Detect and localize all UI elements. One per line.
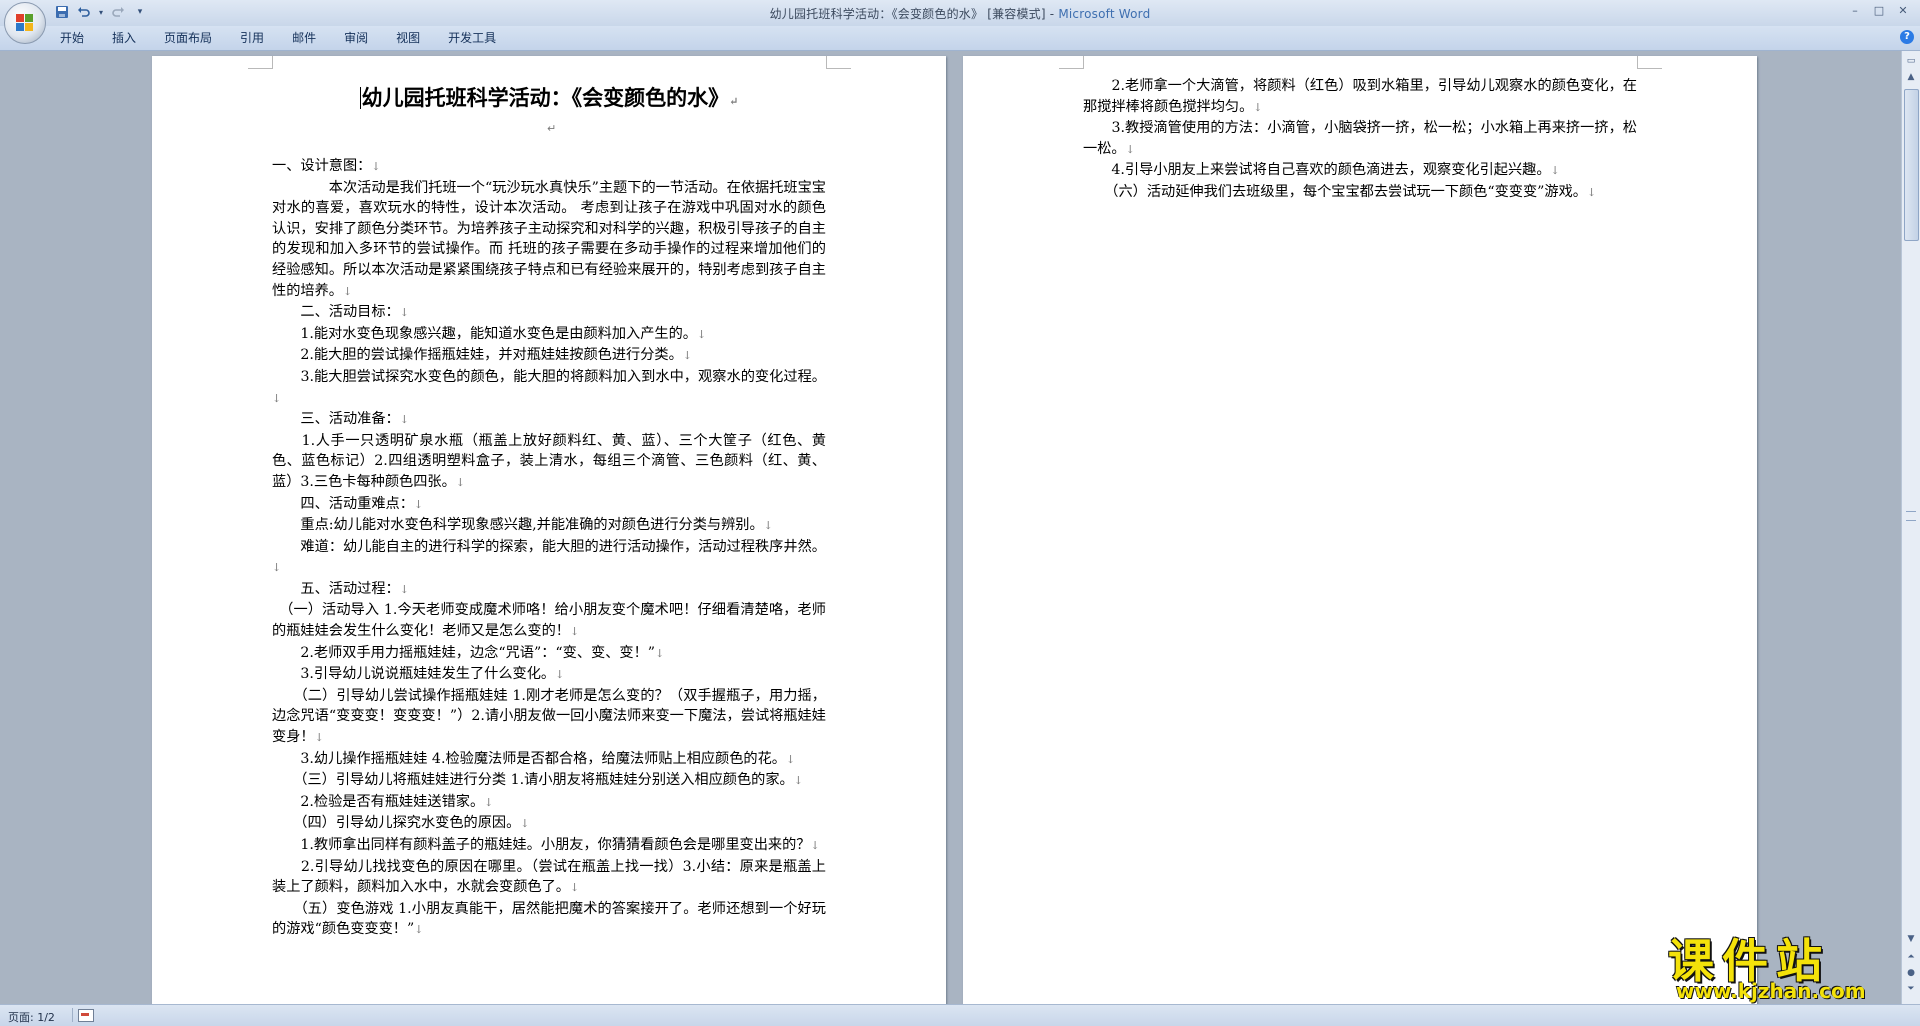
watermark-url: www.kjzhan.com — [1676, 979, 1866, 1003]
paragraph-mark: ↓ — [520, 817, 530, 831]
paragraph-mark: ↓ — [399, 582, 409, 596]
document-paragraph: 二、活动目标：↓ — [272, 304, 409, 321]
paragraph-mark: ↓ — [810, 839, 820, 852]
paragraph-mark: ↓ — [1125, 142, 1135, 156]
document-paragraph: 难道：幼儿能自主的进行科学的探索，能大胆的进行活动操作，活动过程秩序井然。↓ — [272, 538, 826, 575]
document-paragraph: 五、活动过程：↓ — [272, 580, 409, 597]
office-logo-icon — [16, 14, 34, 32]
document-paragraph: （四）引导幼儿探究水变色的原因。↓ — [272, 815, 530, 832]
page-1-body: 一、设计意图：↓ 本次活动是我们托班一个“玩沙玩水真快乐”主题下的一节活动。在依… — [272, 156, 826, 941]
document-page-2[interactable]: 2.老师拿一个大滴管，将颜料（红色）吸到水箱里，引导幼儿观察水的颜色变化，在那搅… — [963, 56, 1757, 1004]
paragraph-mark: ↓ — [413, 497, 424, 511]
document-paragraph: 2.老师双手用力摇瓶娃娃，边念“咒语”：“变、变、变！”↓ — [272, 644, 665, 661]
paragraph-mark: ↓ — [1253, 100, 1263, 114]
document-paragraph: 3.幼儿操作摇瓶娃娃 4.检验魔法师是否都合格，给魔法师贴上相应颜色的花。↓ — [272, 750, 796, 767]
document-paragraph: （六）活动延伸我们去班级里，每个宝宝都去尝试玩一下颜色“变变变”游戏。↓ — [1083, 183, 1597, 200]
minimize-button[interactable]: – — [1844, 3, 1866, 19]
paragraph-mark: ↓ — [272, 391, 282, 405]
paragraph-mark: ↓ — [682, 349, 693, 363]
document-paragraph: 3.引导幼儿说说瓶娃娃发生了什么变化。↓ — [272, 666, 565, 683]
close-button[interactable]: ✕ — [1892, 3, 1914, 19]
status-divider — [72, 1008, 73, 1022]
document-area[interactable]: 幼儿园托班科学活动：《会变颜色的水》↵ ↵ 一、设计意图：↓ 本次活动是我们托班… — [0, 51, 1902, 1004]
paragraph-mark: ↓ — [785, 752, 796, 766]
paragraph-mark: ↓ — [696, 327, 707, 341]
document-paragraph: 2.引导幼儿找找变色的原因在哪里。（尝试在瓶盖上找一找）3.小结：原来是瓶盖上装… — [272, 858, 826, 896]
paragraph-mark: ↓ — [655, 646, 665, 660]
paragraph-mark: ↓ — [272, 561, 282, 575]
tab-page-layout[interactable]: 页面布局 — [152, 30, 228, 46]
scrollbar-grip — [1906, 511, 1916, 521]
office-button[interactable] — [4, 2, 46, 44]
page-2-body: 2.老师拿一个大滴管，将颜料（红色）吸到水箱里，引导幼儿观察水的颜色变化，在那搅… — [1083, 76, 1637, 204]
document-paragraph: 3.教授滴管使用的方法：小滴管，小脑袋挤一挤，松一松；小水箱上再来挤一挤，松一松… — [1083, 120, 1637, 157]
tab-view[interactable]: 视图 — [384, 30, 436, 46]
tab-developer[interactable]: 开发工具 — [436, 30, 512, 46]
paragraph-mark: ↓ — [399, 413, 409, 427]
document-paragraph: （三）引导幼儿将瓶娃娃进行分类 1.请小朋友将瓶娃娃分别送入相应颜色的家。↓ — [272, 772, 803, 789]
document-paragraph: （二）引导幼儿尝试操作摇瓶娃娃 1.刚才老师是怎么变的？（双手握瓶子，用力摇，边… — [272, 687, 826, 746]
document-paragraph: 一、设计意图：↓ — [272, 158, 381, 174]
document-paragraph: 2.检验是否有瓶娃娃送错家。↓ — [272, 793, 494, 810]
maximize-button[interactable]: □ — [1868, 3, 1890, 19]
status-bar: 页面: 1/2 — [0, 1004, 1920, 1026]
paragraph-mark: ↓ — [569, 625, 580, 639]
ribbon-tab-bar: 开始 插入 页面布局 引用 邮件 审阅 视图 开发工具 ? — [0, 26, 1920, 51]
tab-mailings[interactable]: 邮件 — [280, 30, 332, 46]
document-paragraph: 本次活动是我们托班一个“玩沙玩水真快乐”主题下的一节活动。在依据托班宝宝对水的喜… — [272, 179, 826, 299]
paragraph-mark: ↓ — [763, 519, 773, 533]
document-paragraph: 3.能大胆尝试探究水变色的颜色，能大胆的将颜料加入到水中，观察水的变化过程。↓ — [272, 368, 826, 405]
document-paragraph: 1.人手一只透明矿泉水瓶（瓶盖上放好颜料红、黄、蓝）、三个大筐子（红色、黄色、蓝… — [272, 432, 826, 490]
paragraph-mark: ↓ — [793, 774, 803, 788]
document-paragraph: 2.老师拿一个大滴管，将颜料（红色）吸到水箱里，引导幼儿观察水的颜色变化，在那搅… — [1083, 78, 1637, 115]
tab-insert[interactable]: 插入 — [100, 30, 152, 46]
margin-corner-mark — [1637, 56, 1662, 69]
margin-corner-mark — [1059, 56, 1084, 69]
scroll-up-icon[interactable]: ▲ — [1903, 69, 1919, 85]
paragraph-mark: ↓ — [342, 284, 353, 298]
paragraph-mark: ↓ — [414, 923, 424, 937]
help-icon[interactable]: ? — [1900, 30, 1914, 44]
document-paragraph: 三、活动准备：↓ — [272, 411, 409, 428]
document-paragraph: 1.教师拿出同样有颜料盖子的瓶娃娃。小朋友，你猜猜看颜色会是哪里变出来的？↓ — [272, 837, 820, 853]
margin-corner-mark — [248, 56, 273, 69]
site-watermark-logo: 课件站 www.kjzhan.com — [1668, 925, 1908, 1005]
paragraph-mark: ↓ — [399, 306, 409, 320]
document-paragraph: 2.能大胆的尝试操作摇瓶娃娃，并对瓶娃娃按颜色进行分类。↓ — [272, 347, 693, 364]
tab-review[interactable]: 审阅 — [332, 30, 384, 46]
proofing-status-icon[interactable] — [78, 1009, 94, 1022]
paragraph-mark: ↵ — [547, 122, 557, 135]
paragraph-mark: ↓ — [455, 475, 466, 489]
document-paragraph: 1.能对水变色现象感兴趣，能知道水变色是由颜料加入产生的。↓ — [272, 325, 707, 342]
scrollbar-thumb[interactable] — [1904, 89, 1919, 241]
document-paragraph: 四、活动重难点：↓ — [272, 495, 424, 512]
title-bar: ▾ ▾ 幼儿园托班科学活动：《会变颜色的水》 [兼容模式] - Microsof… — [0, 0, 1920, 27]
paragraph-mark: ↓ — [569, 881, 580, 895]
document-paragraph: （五）变色游戏 1.小朋友真能干，居然能把魔术的答案接开了。老师还想到一个好玩的… — [272, 900, 826, 938]
paragraph-mark: ↓ — [1586, 185, 1597, 199]
ribbon-tabs: 开始 插入 页面布局 引用 邮件 审阅 视图 开发工具 — [48, 30, 512, 46]
document-paragraph: （一）活动导入 1.今天老师变成魔术师咯！给小朋友变个魔术吧！仔细看清楚咯，老师… — [272, 602, 826, 640]
window-controls: – □ ✕ — [1844, 3, 1914, 19]
document-paragraph: 4.引导小朋友上来尝试将自己喜欢的颜色滴进去，观察变化引起兴趣。↓ — [1083, 162, 1560, 179]
document-page-1[interactable]: 幼儿园托班科学活动：《会变颜色的水》↵ ↵ 一、设计意图：↓ 本次活动是我们托班… — [152, 56, 946, 1004]
document-paragraph: 重点:幼儿能对水变色科学现象感兴趣,并能准确的对颜色进行分类与辨别。↓ — [272, 517, 773, 534]
paragraph-mark: ↓ — [371, 160, 381, 173]
paragraph-mark: ↓ — [555, 668, 565, 682]
vertical-scrollbar[interactable]: ▭ ▲ ▼ ⏶ ● ⏷ — [1901, 51, 1920, 1004]
text-cursor — [359, 87, 361, 109]
ruler-toggle-icon[interactable]: ▭ — [1903, 53, 1919, 69]
paragraph-mark: ↓ — [484, 795, 494, 809]
margin-corner-mark — [826, 56, 851, 69]
tab-home[interactable]: 开始 — [48, 30, 100, 46]
paragraph-mark: ↓ — [314, 731, 324, 745]
tab-references[interactable]: 引用 — [228, 30, 280, 46]
page-count-status[interactable]: 页面: 1/2 — [8, 1009, 55, 1025]
window-title: 幼儿园托班科学活动：《会变颜色的水》 [兼容模式] - Microsoft Wo… — [769, 7, 1151, 21]
paragraph-mark: ↓ — [1550, 164, 1560, 178]
document-title: 幼儿园托班科学活动：《会变颜色的水》↵ — [359, 85, 739, 110]
